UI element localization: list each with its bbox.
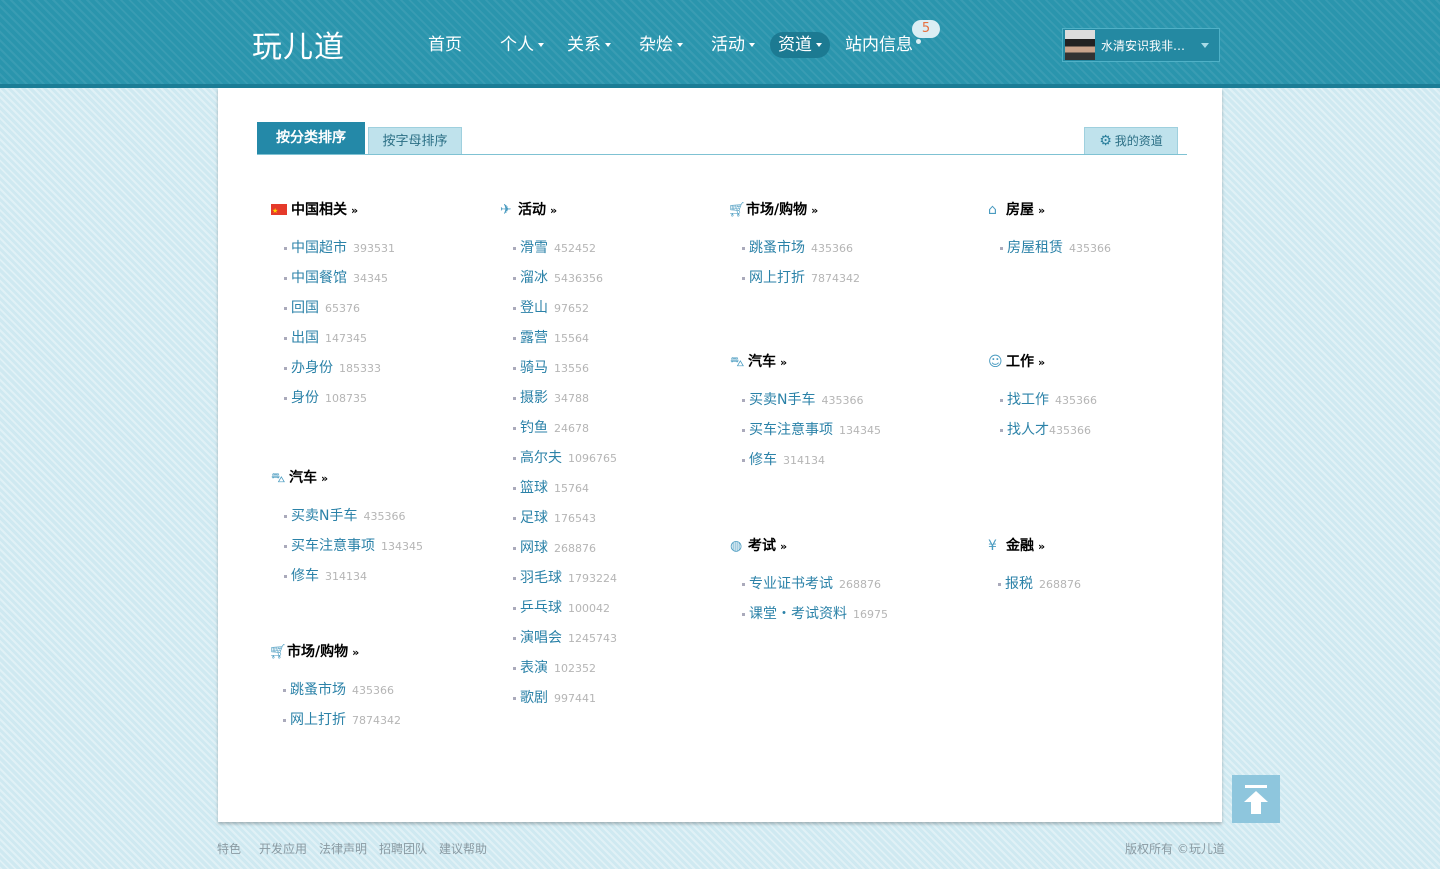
- footer-link-features[interactable]: 特色: [217, 840, 241, 857]
- house-icon: ⌂: [988, 202, 997, 218]
- chevron-down-icon: [749, 43, 755, 47]
- list-item[interactable]: 登山 97652: [513, 298, 589, 318]
- chevron-down-icon: [538, 43, 544, 47]
- list-item[interactable]: 买车注意事项 134345: [284, 536, 423, 556]
- category-car-title[interactable]: ⛍ 汽车»: [730, 352, 787, 372]
- user-menu[interactable]: 水清安识我非…: [1062, 28, 1220, 62]
- list-item[interactable]: 篮球 15764: [513, 478, 589, 498]
- nav-misc[interactable]: 杂烩: [639, 32, 683, 58]
- list-item[interactable]: 出国 147345: [284, 328, 367, 348]
- tabs-divider: [257, 154, 1187, 155]
- gear-icon: ⚙: [1099, 133, 1112, 149]
- tab-by-category[interactable]: 按分类排序: [257, 122, 365, 154]
- user-name: 水清安识我非…: [1101, 39, 1186, 53]
- list-item[interactable]: 中国超市 393531: [284, 238, 395, 258]
- list-item[interactable]: 演唱会 1245743: [513, 628, 617, 648]
- car-icon: ⛍: [271, 470, 286, 486]
- avatar[interactable]: [1065, 30, 1095, 60]
- tab-by-letter[interactable]: 按字母排序: [368, 127, 462, 155]
- list-item[interactable]: 乒乓球 100042: [513, 598, 610, 618]
- list-item[interactable]: 高尔夫 1096765: [513, 448, 617, 468]
- list-item[interactable]: 找人才435366: [1000, 420, 1091, 440]
- list-item[interactable]: 课堂・考试资料 16975: [742, 604, 888, 624]
- category-shopping-title[interactable]: 🛒︎市场/购物»: [728, 200, 818, 220]
- list-item[interactable]: 修车 314134: [742, 450, 825, 470]
- list-item[interactable]: 溜冰 5436356: [513, 268, 603, 288]
- list-item[interactable]: 网上打折 7874342: [283, 710, 401, 730]
- list-item[interactable]: 网球 268876: [513, 538, 596, 558]
- list-item[interactable]: 滑雪 452452: [513, 238, 596, 258]
- nav-messages[interactable]: 站内信息: [845, 32, 913, 58]
- list-item[interactable]: 办身份 185333: [284, 358, 381, 378]
- shopping-cart-icon: 🛒︎: [269, 644, 287, 660]
- footer-link-legal[interactable]: 法律声明: [319, 840, 367, 857]
- list-item[interactable]: 羽毛球 1793224: [513, 568, 617, 588]
- list-item[interactable]: 买卖N手车 435366: [284, 506, 405, 526]
- footer-link-help[interactable]: 建议帮助: [439, 840, 487, 857]
- category-work-title[interactable]: ☺ 工作»: [988, 352, 1045, 372]
- globe-icon: ◍: [730, 538, 743, 554]
- chevron-down-icon[interactable]: [1201, 43, 1209, 48]
- chevron-down-icon: [816, 43, 822, 47]
- yen-icon: ¥: [988, 538, 997, 554]
- airplane-icon: ✈: [500, 202, 512, 218]
- message-count-badge[interactable]: 5: [912, 20, 940, 44]
- list-item[interactable]: 找工作 435366: [1000, 390, 1097, 410]
- car-icon: ⛍: [730, 354, 745, 370]
- nav-relations[interactable]: 关系: [567, 32, 611, 58]
- list-item[interactable]: 身份 108735: [284, 388, 367, 408]
- category-housing-title[interactable]: ⌂ 房屋»: [988, 200, 1045, 220]
- list-item[interactable]: 跳蚤市场 435366: [283, 680, 394, 700]
- list-item[interactable]: 摄影 34788: [513, 388, 589, 408]
- list-item[interactable]: 歌剧 997441: [513, 688, 596, 708]
- list-item[interactable]: 足球 176543: [513, 508, 596, 528]
- list-item[interactable]: 回国 65376: [284, 298, 360, 318]
- category-china-title[interactable]: 中国相关»: [271, 200, 358, 221]
- list-item[interactable]: 买卖N手车 435366: [742, 390, 863, 410]
- chevron-down-icon: [677, 43, 683, 47]
- site-logo[interactable]: 玩儿道: [252, 22, 345, 66]
- nav-activities[interactable]: 活动: [711, 32, 755, 58]
- nav-home[interactable]: 首页: [428, 32, 462, 58]
- my-resources-button[interactable]: ⚙ 我的资道: [1084, 127, 1178, 155]
- list-item[interactable]: 表演 102352: [513, 658, 596, 678]
- category-shopping-title[interactable]: 🛒︎市场/购物»: [269, 642, 359, 662]
- top-header: 玩儿道 首页 个人 关系 杂烩 活动 资道 站内信息 5 水清安识我非…: [0, 0, 1440, 88]
- nav-resources[interactable]: 资道: [770, 32, 830, 58]
- list-item[interactable]: 露营 15564: [513, 328, 589, 348]
- footer-link-develop[interactable]: 开发应用: [259, 840, 307, 857]
- chevron-down-icon: [605, 43, 611, 47]
- list-item[interactable]: 中国餐馆 34345: [284, 268, 388, 288]
- back-to-top-button[interactable]: [1232, 775, 1280, 823]
- list-item[interactable]: 房屋租赁 435366: [1000, 238, 1111, 258]
- list-item[interactable]: 跳蚤市场 435366: [742, 238, 853, 258]
- category-activities-title[interactable]: ✈ 活动»: [500, 200, 557, 220]
- copyright: 版权所有 ©玩儿道: [1125, 842, 1225, 856]
- category-finance-title[interactable]: ¥ 金融»: [988, 536, 1045, 556]
- footer-link-jobs[interactable]: 招聘团队: [379, 840, 427, 857]
- category-car-title[interactable]: ⛍ 汽车»: [271, 468, 328, 488]
- china-flag-icon: [271, 201, 287, 221]
- list-item[interactable]: 报税 268876: [998, 574, 1081, 594]
- list-item[interactable]: 修车 314134: [284, 566, 367, 586]
- main-card: 按分类排序 按字母排序 ⚙我的资道 中国相关» 中国超市393531 中国餐馆3…: [218, 88, 1222, 822]
- list-item[interactable]: 骑马 13556: [513, 358, 589, 378]
- nav-personal[interactable]: 个人: [500, 32, 544, 58]
- list-item[interactable]: 买车注意事项 134345: [742, 420, 881, 440]
- shopping-cart-icon: 🛒︎: [728, 202, 746, 218]
- list-item[interactable]: 钓鱼 24678: [513, 418, 589, 438]
- list-item[interactable]: 网上打折 7874342: [742, 268, 860, 288]
- people-icon: ☺: [988, 354, 1003, 370]
- arrow-up-icon: [1244, 791, 1268, 802]
- list-item[interactable]: 专业证书考试 268876: [742, 574, 881, 594]
- category-exam-title[interactable]: ◍ 考试»: [730, 536, 787, 556]
